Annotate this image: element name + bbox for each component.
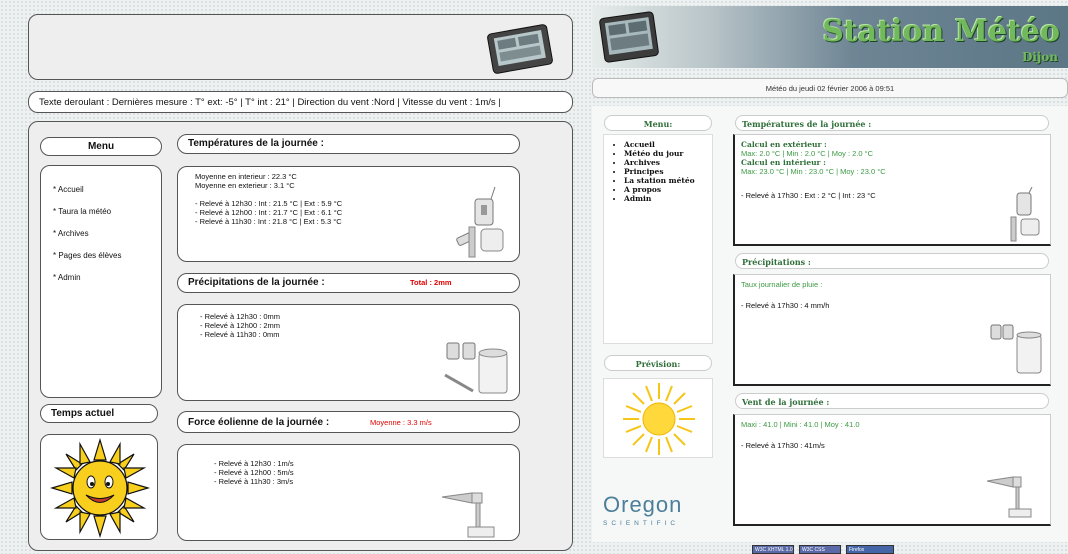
thermo-sensor-icon (1010, 187, 1040, 242)
smiling-sun-icon (50, 438, 150, 538)
left-rain-box: - Relevé à 12h30 : 0mm - Relevé à 12h00 … (177, 304, 520, 401)
right-rain-title: Précipitations : (735, 253, 1049, 269)
rnav-apropos[interactable]: A propos (624, 185, 712, 194)
temp-avg-int: Moyenne en interieur : 22.3 °C (195, 172, 297, 181)
rain-reading: - Relevé à 12h00 : 2mm (200, 321, 281, 330)
right-wind-title: Vent de la journée : (735, 393, 1049, 409)
wind-reading: - Relevé à 11h30 : 3m/s (214, 477, 294, 486)
brand-name: Oregon (603, 492, 683, 517)
rain-reading: - Relevé à 12h30 : 0mm (200, 312, 281, 321)
site-title: Station Météo (822, 14, 1060, 49)
site-subtitle: Dijon (1021, 50, 1058, 64)
anemometer-icon (441, 492, 495, 538)
wind-values: Maxi : 41.0 | Mini : 41.0 | Moy : 41.0 (741, 420, 860, 429)
temp-reading-17h30: - Relevé à 17h30 : Ext : 2 °C | Int : 23… (741, 191, 876, 200)
weather-station-icon (487, 24, 553, 74)
rain-reading-17h30: - Relevé à 17h30 : 4 mm/h (741, 301, 830, 310)
temp-reading: - Relevé à 12h00 : Int : 21.7 °C | Ext :… (195, 208, 343, 217)
rnav-meteo[interactable]: Météo du jour (624, 149, 712, 158)
left-rain-title: Précipitations de la journée : Total : 2… (177, 273, 520, 293)
nav-admin[interactable]: * Admin (53, 273, 81, 282)
rain-total: Total : 2mm (410, 278, 452, 287)
int-label: Calcul en intérieur : (741, 158, 826, 167)
forecast-title: Prévision: (604, 355, 712, 371)
current-weather-title: Temps actuel (40, 404, 158, 423)
nav-meteo[interactable]: * Taura la météo (53, 207, 111, 216)
rain-rate-label: Taux journalier de pluie : (741, 280, 823, 289)
left-wind-title: Force éolienne de la journée : Moyenne :… (177, 411, 520, 433)
w3c-xhtml-badge[interactable]: W3C XHTML 1.0 (752, 545, 794, 554)
ext-values: Max: 2.0 °C | Min : 2.0 °C | Moy : 2.0 °… (741, 149, 874, 158)
right-rain-box: Taux journalier de pluie : - Relevé à 17… (733, 274, 1051, 386)
rain-reading: - Relevé à 11h30 : 0mm (200, 330, 280, 339)
thermo-sensor-icon (456, 187, 504, 258)
weather-station-icon (599, 11, 659, 63)
rnav-archives[interactable]: Archives (624, 158, 712, 167)
temp-reading: - Relevé à 11h30 : Int : 21.8 °C | Ext :… (195, 217, 342, 226)
w3c-css-badge[interactable]: W3C CSS (799, 545, 841, 554)
right-wind-box: Maxi : 41.0 | Mini : 41.0 | Moy : 41.0 -… (733, 414, 1051, 526)
sun-icon (623, 383, 695, 455)
current-weather-box (40, 434, 158, 540)
date-bar: Météo du jeudi 02 février 2006 à 09:51 (592, 78, 1068, 98)
rain-gauge-icon (990, 324, 1042, 374)
left-temp-box: Moyenne en interieur : 22.3 °C Moyenne e… (177, 166, 520, 262)
nav-pages-eleves[interactable]: * Pages des élèves (53, 251, 122, 260)
wind-reading: - Relevé à 12h00 : 5m/s (214, 468, 294, 477)
brand-sub: SCIENTIFIC (603, 520, 680, 527)
menu-title: Menu (40, 137, 162, 156)
left-temp-title: Températures de la journée : (177, 134, 520, 154)
temp-avg-ext: Moyenne en exterieur : 3.1 °C (195, 181, 295, 190)
left-menu: * Accueil * Taura la météo * Archives * … (40, 165, 162, 398)
rnav-principes[interactable]: Principes (624, 167, 712, 176)
rnav-station[interactable]: La station météo (624, 176, 712, 185)
anemometer-icon (986, 476, 1032, 518)
wind-average: Moyenne : 3.3 m/s (370, 418, 432, 427)
left-header (28, 14, 573, 80)
firefox-badge[interactable]: Firefox (846, 545, 894, 554)
left-wind-box: - Relevé à 12h30 : 1m/s - Relevé à 12h00… (177, 444, 520, 541)
right-temp-box: Calcul en extérieur : Max: 2.0 °C | Min … (733, 134, 1051, 246)
rain-gauge-icon (444, 342, 508, 394)
nav-accueil[interactable]: * Accueil (53, 185, 84, 194)
wind-reading-17h30: - Relevé à 17h30 : 41m/s (741, 441, 825, 450)
forecast-box (603, 378, 713, 458)
int-values: Max: 23.0 °C | Min : 23.0 °C | Moy : 23.… (741, 167, 886, 176)
rnav-admin[interactable]: Admin (624, 194, 712, 203)
rnav-accueil[interactable]: Accueil (624, 140, 712, 149)
ext-label: Calcul en extérieur : (741, 140, 827, 149)
wind-title-text: Force éolienne de la journée : (188, 417, 330, 428)
right-temp-title: Températures de la journée : (735, 115, 1049, 131)
wind-reading: - Relevé à 12h30 : 1m/s (214, 459, 294, 468)
right-menu: Accueil Météo du jour Archives Principes… (603, 134, 713, 344)
right-menu-title: Menu: (604, 115, 712, 131)
news-ticker: Texte deroulant : Dernières mesure : T° … (28, 91, 573, 113)
oregon-logo: Oregon SCIENTIFIC (603, 492, 713, 534)
temp-reading: - Relevé à 12h30 : Int : 21.5 °C | Ext :… (195, 199, 343, 208)
nav-archives[interactable]: * Archives (53, 229, 89, 238)
rain-title-text: Précipitations de la journée : (188, 277, 325, 288)
site-banner: Station Météo Dijon (592, 6, 1068, 68)
